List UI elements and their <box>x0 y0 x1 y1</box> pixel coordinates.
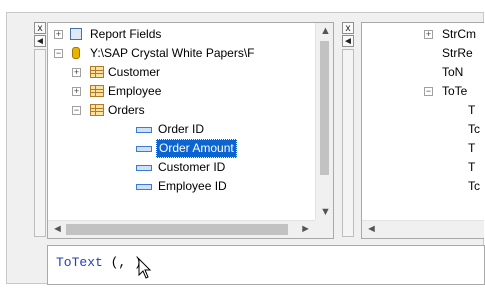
close-pane-button[interactable]: x <box>342 22 354 34</box>
dock-arrow-icon: ◄ <box>35 36 45 47</box>
scroll-up-icon[interactable]: ▲ <box>320 25 331 37</box>
tree-item-label: Y:\SAP Crystal White Papers\F <box>90 46 255 60</box>
expand-icon[interactable]: + <box>72 87 81 96</box>
report-fields-tree: + Report Fields − Y:\SAP Crystal White P… <box>47 22 334 239</box>
tree-item-label: StrRe <box>442 46 473 60</box>
tree-item-label: Order ID <box>158 122 205 136</box>
database-icon <box>72 47 80 59</box>
dock-arrow-icon: ◄ <box>343 36 353 47</box>
table-icon <box>90 104 104 116</box>
formula-editor[interactable]: ToText (, ) <box>47 245 485 285</box>
functions-tree: + StrCm StrRe ToN − ToTe T Tc T T Tc ◄ <box>361 22 484 239</box>
collapse-icon[interactable]: − <box>72 106 81 115</box>
horizontal-scrollbar[interactable]: ◄ <box>362 220 484 238</box>
tree-item-label: T <box>468 103 476 117</box>
function-arguments: (, ) <box>102 255 142 270</box>
tree-item-label: T <box>468 160 476 174</box>
close-pane-button[interactable]: x <box>34 22 46 34</box>
right-pane-splitter[interactable] <box>342 49 354 237</box>
scroll-corner <box>315 220 333 238</box>
tree-item-label: ToTe <box>442 84 468 98</box>
scroll-down-icon[interactable]: ▼ <box>320 206 331 218</box>
field-icon <box>136 127 152 133</box>
field-icon <box>136 146 152 152</box>
field-icon <box>136 165 152 171</box>
scrollbar-thumb[interactable] <box>66 224 288 235</box>
tree-item-label: Customer <box>108 65 161 79</box>
scroll-left-icon[interactable]: ◄ <box>366 223 377 235</box>
vertical-scrollbar[interactable]: ▲ ▼ <box>315 23 333 220</box>
mouse-pointer-icon <box>138 258 152 279</box>
function-keyword: ToText <box>56 255 103 270</box>
expand-icon[interactable]: + <box>54 30 63 39</box>
dock-pane-button[interactable]: ◄ <box>34 35 46 47</box>
formula-text[interactable]: ToText (, ) <box>56 255 142 270</box>
field-icon <box>136 184 152 190</box>
tree-item-label: Employee ID <box>158 179 227 193</box>
close-icon: x <box>37 23 43 34</box>
close-icon: x <box>345 23 351 34</box>
table-icon <box>90 85 104 97</box>
table-icon <box>90 66 104 78</box>
tree-item-label: Customer ID <box>158 160 226 174</box>
tree-item-label: Tc <box>468 179 480 193</box>
tree-item-label: StrCm <box>442 27 476 41</box>
tree-item-label: T <box>468 141 476 155</box>
report-fields-icon <box>70 28 82 40</box>
tree-item-label: Employee <box>108 84 162 98</box>
formula-workshop-panel: x ◄ + Report Fields − Y:\SAP Crystal Whi… <box>6 12 485 285</box>
scrollbar-thumb[interactable] <box>320 41 329 175</box>
horizontal-scrollbar[interactable]: ◄ ► <box>48 220 315 238</box>
scroll-right-icon[interactable]: ► <box>300 223 311 235</box>
tree-item-label-selected: Order Amount <box>156 139 237 158</box>
tree-item-label: Orders <box>108 103 145 117</box>
expand-icon[interactable]: + <box>424 30 433 39</box>
scroll-left-icon[interactable]: ◄ <box>52 223 63 235</box>
left-pane-splitter[interactable] <box>34 49 46 237</box>
expand-icon[interactable]: + <box>72 68 81 77</box>
tree-item-label: ToN <box>442 65 464 79</box>
dock-pane-button[interactable]: ◄ <box>342 35 354 47</box>
collapse-icon[interactable]: − <box>54 49 63 58</box>
tree-item-label: Tc <box>468 122 480 136</box>
collapse-icon[interactable]: − <box>424 87 433 96</box>
tree-item-label: Report Fields <box>90 27 162 41</box>
